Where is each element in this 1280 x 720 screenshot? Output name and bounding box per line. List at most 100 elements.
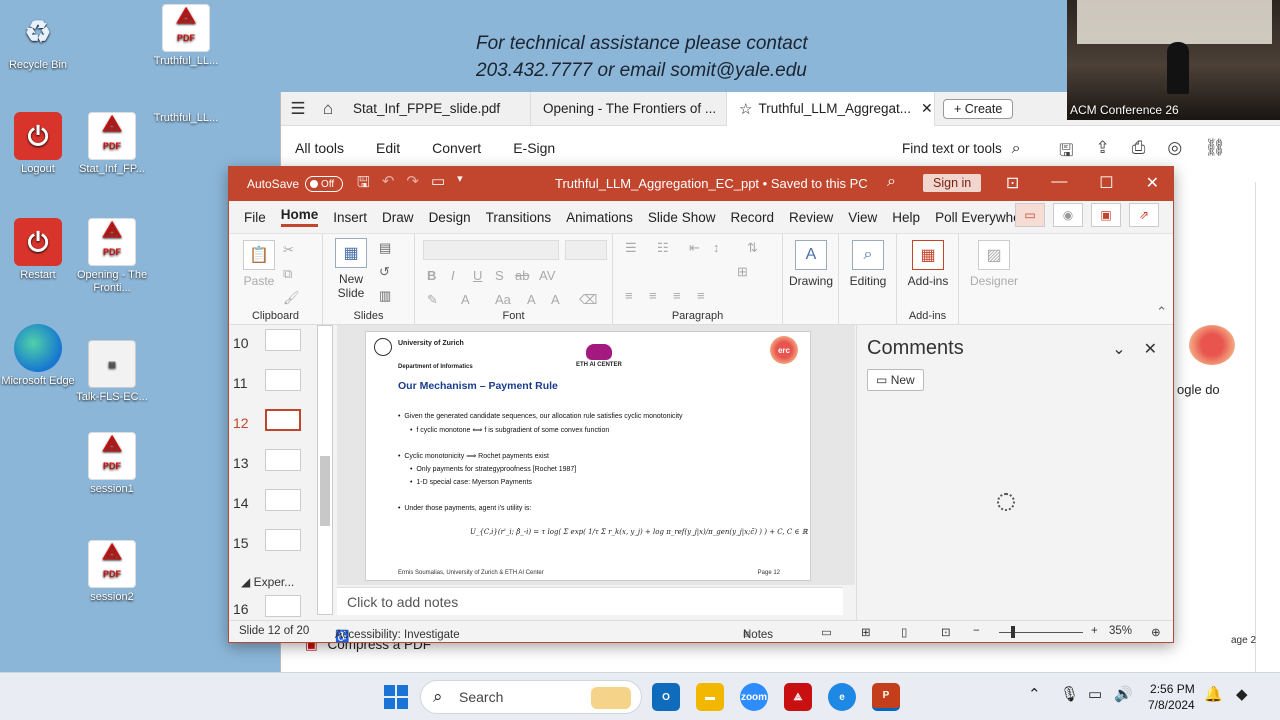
- editing-button[interactable]: ⌕ Editing: [845, 240, 891, 288]
- tab-animations[interactable]: Animations: [566, 210, 633, 225]
- drawing-button[interactable]: A Drawing: [789, 240, 833, 288]
- print-icon[interactable]: ⎙: [1132, 138, 1146, 167]
- menu-esign[interactable]: E-Sign: [513, 140, 555, 156]
- clock[interactable]: 2:56 PM 7/8/2024: [1148, 681, 1195, 713]
- shadow-icon[interactable]: S: [495, 268, 504, 283]
- chevron-down-icon[interactable]: ⌄: [1112, 339, 1125, 359]
- sign-in-button[interactable]: Sign in: [923, 174, 982, 192]
- ai-assistant-icon[interactable]: ◎: [1167, 138, 1182, 167]
- tab-transitions[interactable]: Transitions: [486, 210, 552, 225]
- italic-icon[interactable]: I: [451, 268, 455, 283]
- text-direction-icon[interactable]: ⇅: [747, 240, 758, 256]
- normal-view-icon[interactable]: ▭: [821, 625, 832, 639]
- thumbnail-slide-10[interactable]: 10: [233, 329, 313, 353]
- desktop-icon-opening-pdf[interactable]: ⟁ PDF Opening - The Fronti...: [74, 218, 150, 295]
- desktop-icon-stat-inf-pdf[interactable]: ⟁ PDF Stat_Inf_FP...: [74, 112, 150, 176]
- menu-all-tools[interactable]: All tools: [295, 140, 344, 156]
- reading-view-icon[interactable]: ▯: [901, 625, 907, 639]
- thumbnail-slide-16[interactable]: 16: [233, 595, 313, 619]
- start-button[interactable]: [384, 685, 408, 709]
- tab-design[interactable]: Design: [429, 210, 471, 225]
- designer-button[interactable]: ▨ Designer: [965, 240, 1023, 288]
- home-icon[interactable]: ⌂: [315, 99, 341, 119]
- acrobat-tab-stat-inf[interactable]: Stat_Inf_FPPE_slide.pdf: [341, 91, 531, 126]
- comments-icon[interactable]: ▭: [1015, 203, 1045, 227]
- align-left-icon[interactable]: ≡: [625, 288, 633, 303]
- font-size-select[interactable]: [565, 240, 607, 260]
- new-comment-button[interactable]: ▭ New: [867, 369, 924, 391]
- addins-button[interactable]: ▦ Add-ins: [903, 240, 953, 288]
- format-painter-icon[interactable]: 🖌: [283, 290, 300, 306]
- thumbnail-slide-15[interactable]: 15: [233, 529, 313, 553]
- volume-icon[interactable]: 🔊: [1114, 685, 1133, 703]
- save-icon[interactable]: 🖫: [357, 172, 370, 197]
- powerpoint-app-icon[interactable]: P: [872, 683, 900, 711]
- tab-insert[interactable]: Insert: [333, 210, 367, 225]
- fit-slide-icon[interactable]: ⊕: [1151, 625, 1161, 639]
- strikethrough-icon[interactable]: ab: [515, 268, 529, 283]
- undo-icon[interactable]: ↶: [382, 172, 395, 197]
- acrobat-tab-truthful[interactable]: ☆ Truthful_LLM_Aggregat... ✕: [727, 91, 935, 126]
- copilot-icon[interactable]: ◆: [1236, 685, 1248, 703]
- underline-icon[interactable]: U: [473, 268, 482, 283]
- close-tab-icon[interactable]: ✕: [921, 100, 933, 117]
- desktop-icon-recycle-bin[interactable]: ♻ Recycle Bin: [0, 8, 76, 72]
- font-color-icon[interactable]: A: [461, 292, 470, 307]
- shrink-font-icon[interactable]: A: [551, 292, 560, 307]
- acrobat-app-icon[interactable]: ⟁: [784, 683, 812, 711]
- desktop-icon-edge[interactable]: Microsoft Edge: [0, 324, 76, 388]
- link-icon[interactable]: ⛓: [1204, 138, 1226, 167]
- copy-icon[interactable]: ⧉: [283, 266, 292, 282]
- align-text-icon[interactable]: ⊞: [737, 264, 748, 280]
- minimize-icon[interactable]: —: [1051, 173, 1067, 193]
- grow-font-icon[interactable]: A: [527, 292, 536, 307]
- desktop-icon-logout[interactable]: ⏻ Logout: [0, 112, 76, 176]
- chevron-up-icon[interactable]: ⌃: [1028, 685, 1041, 703]
- desktop-icon-truthful-ppt[interactable]: P Truthful_LL...: [148, 112, 424, 326]
- highlight-icon[interactable]: ✎: [427, 292, 438, 308]
- bold-icon[interactable]: B: [427, 268, 436, 283]
- change-case-icon[interactable]: Aa: [495, 292, 511, 307]
- upload-icon[interactable]: ⇪: [1095, 138, 1109, 167]
- document-title[interactable]: Truthful_LLM_Aggregation_EC_ppt • Saved …: [555, 176, 868, 191]
- bullets-icon[interactable]: ☰: [625, 240, 637, 256]
- reset-icon[interactable]: ↺: [379, 264, 390, 280]
- close-icon[interactable]: ✕: [1146, 173, 1159, 193]
- cut-icon[interactable]: ✂: [283, 242, 294, 258]
- tab-record[interactable]: Record: [730, 210, 774, 225]
- align-center-icon[interactable]: ≡: [649, 288, 657, 303]
- autosave-control[interactable]: AutoSave Off: [247, 176, 344, 192]
- menu-convert[interactable]: Convert: [432, 140, 481, 156]
- desktop-icon-session1[interactable]: ⟁ PDF session1: [74, 432, 150, 496]
- char-spacing-icon[interactable]: AV: [539, 268, 555, 283]
- present-teams-icon[interactable]: ▣: [1091, 203, 1121, 227]
- font-family-select[interactable]: [423, 240, 559, 260]
- desktop-icon-session2[interactable]: ⟁ PDF session2: [74, 540, 150, 604]
- search-icon[interactable]: ⌕: [887, 173, 896, 191]
- thumbnails-scrollbar[interactable]: [317, 325, 333, 615]
- thumbnail-slide-13[interactable]: 13: [233, 449, 313, 473]
- edge-app-icon[interactable]: e: [828, 683, 856, 711]
- close-icon[interactable]: ✕: [1144, 339, 1157, 359]
- numbering-icon[interactable]: ☷: [657, 240, 669, 256]
- notes-pane[interactable]: Click to add notes: [337, 587, 843, 615]
- taskbar-search[interactable]: ⌕ Search: [420, 680, 642, 714]
- slide-sorter-icon[interactable]: ⊞: [861, 625, 871, 639]
- zoom-out-icon[interactable]: −: [973, 625, 980, 637]
- thumbnail-slide-11[interactable]: 11: [233, 369, 313, 393]
- line-spacing-icon[interactable]: ↕: [713, 240, 720, 255]
- align-right-icon[interactable]: ≡: [673, 288, 681, 303]
- menu-edit[interactable]: Edit: [376, 140, 400, 156]
- autosave-toggle[interactable]: Off: [305, 176, 344, 192]
- zoom-app-icon[interactable]: zoom: [740, 683, 768, 711]
- desktop-icon-truthful-pdf[interactable]: ⟁ PDF Truthful_LL...: [148, 4, 224, 68]
- slide-canvas[interactable]: University of Zurich Department of Infor…: [365, 331, 811, 581]
- zoom-in-icon[interactable]: +: [1091, 625, 1098, 637]
- menu-icon[interactable]: ☰: [285, 99, 311, 119]
- tab-draw[interactable]: Draw: [382, 210, 414, 225]
- layout-icon[interactable]: ▤: [379, 240, 391, 256]
- file-explorer-icon[interactable]: ▬: [696, 683, 724, 711]
- collapse-ribbon-icon[interactable]: ⌃: [1156, 304, 1167, 320]
- tab-home[interactable]: Home: [280, 207, 319, 227]
- outlook-new-icon[interactable]: O: [652, 683, 680, 711]
